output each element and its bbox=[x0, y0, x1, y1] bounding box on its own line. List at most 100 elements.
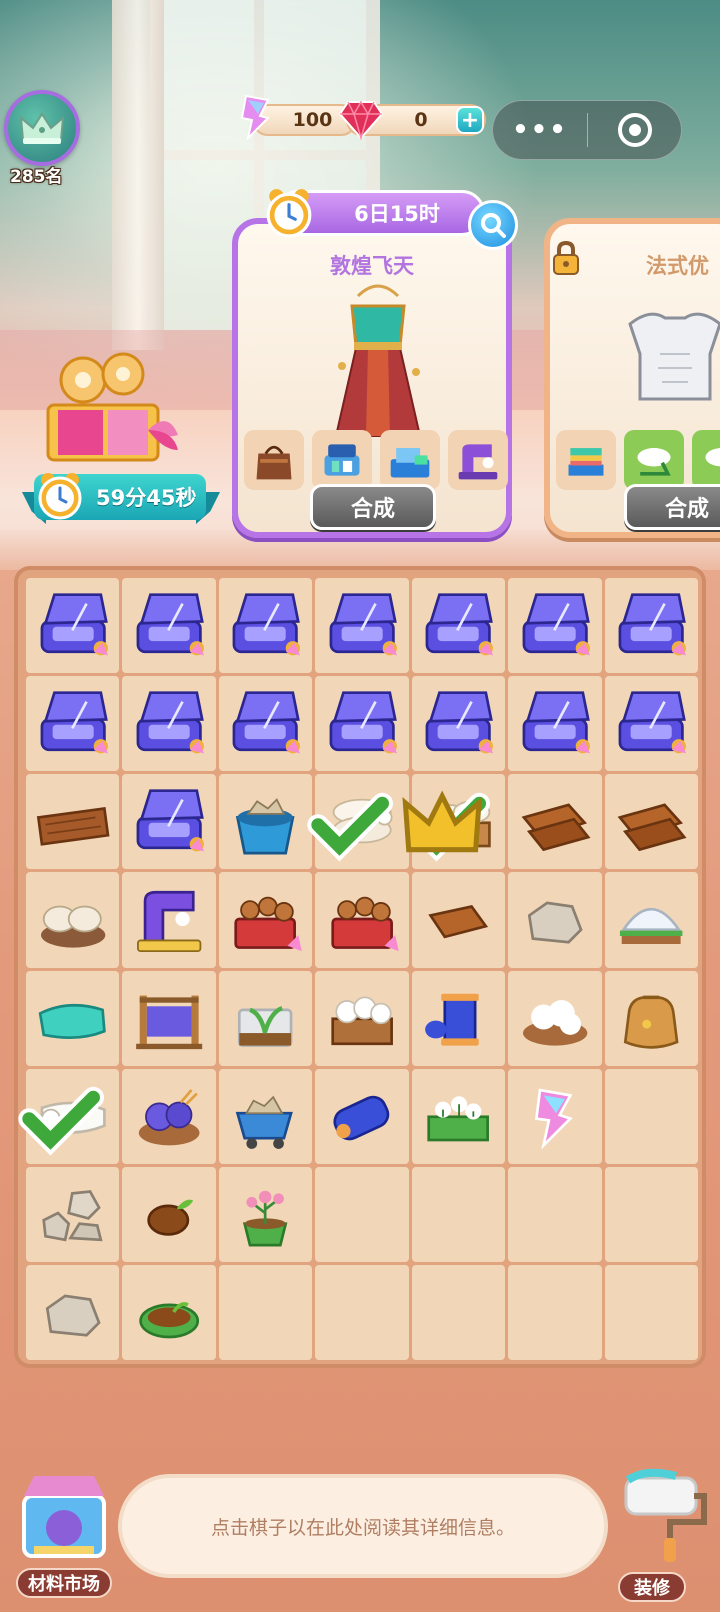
item-info-text: 点击棋子以在此处阅读其详细信息。 bbox=[210, 1516, 515, 1539]
board-cell[interactable] bbox=[315, 578, 409, 674]
board-cell[interactable] bbox=[508, 1166, 602, 1262]
sewing-kit-icon bbox=[136, 691, 204, 754]
board-cell[interactable] bbox=[218, 1166, 313, 1262]
board-cell[interactable] bbox=[604, 676, 698, 772]
item-info-panel: 点击棋子以在此处阅读其详细信息。 bbox=[118, 1474, 608, 1578]
board-cell[interactable] bbox=[411, 1068, 506, 1164]
plant-box-icon bbox=[238, 1006, 293, 1048]
sewing-kit-icon bbox=[40, 691, 108, 754]
material-market[interactable]: 材料市场 bbox=[10, 1466, 114, 1606]
board-cell[interactable] bbox=[122, 578, 216, 674]
board-cell[interactable] bbox=[508, 872, 602, 968]
gift-timer: 59分45秒 bbox=[20, 470, 220, 524]
board-cell[interactable] bbox=[508, 1068, 602, 1164]
sewing-kit-icon bbox=[232, 691, 301, 754]
board-cell[interactable] bbox=[26, 970, 120, 1066]
search-icon bbox=[481, 213, 506, 238]
board-cell[interactable] bbox=[604, 872, 698, 968]
merge-button[interactable]: 合成 bbox=[624, 484, 720, 530]
board-cell[interactable] bbox=[26, 676, 120, 772]
board-cell[interactable] bbox=[604, 1264, 698, 1360]
board-cell[interactable] bbox=[18, 1068, 120, 1164]
board-cell[interactable] bbox=[508, 578, 602, 674]
purple-spool-icon bbox=[333, 1096, 390, 1141]
close-miniprogram-button[interactable] bbox=[588, 113, 681, 147]
decorate-button[interactable]: 装修 bbox=[616, 1468, 716, 1608]
order-requirements bbox=[556, 430, 720, 490]
board-cell[interactable] bbox=[411, 578, 506, 674]
decor-label: 装修 bbox=[618, 1572, 686, 1602]
board-cell[interactable] bbox=[218, 774, 313, 870]
leather-pieces-icon bbox=[521, 803, 591, 852]
board-cell[interactable] bbox=[411, 676, 506, 772]
wood-planks-icon bbox=[36, 806, 110, 846]
board-cell[interactable] bbox=[411, 872, 506, 968]
board-cell[interactable] bbox=[402, 774, 506, 870]
board-cell[interactable] bbox=[218, 1068, 313, 1164]
board-cell[interactable] bbox=[315, 1166, 409, 1262]
board-cell[interactable] bbox=[315, 970, 409, 1066]
board-cell[interactable] bbox=[604, 970, 698, 1066]
req-fabric-roll-icon bbox=[624, 430, 684, 490]
board-cell[interactable] bbox=[315, 872, 409, 968]
gift-box-icon[interactable] bbox=[38, 350, 188, 465]
board-cell[interactable] bbox=[411, 1264, 506, 1360]
board-cell[interactable] bbox=[26, 578, 120, 674]
board-cell[interactable] bbox=[122, 1264, 216, 1360]
board-cell[interactable] bbox=[122, 970, 216, 1066]
order-card-dunhuang[interactable]: 敦煌飞天 合成 bbox=[232, 218, 512, 538]
board-cell[interactable] bbox=[218, 970, 313, 1066]
board-cell[interactable] bbox=[122, 1166, 216, 1262]
board-cell[interactable] bbox=[218, 578, 313, 674]
alarm-clock-icon bbox=[266, 189, 312, 238]
board-cell[interactable] bbox=[122, 872, 216, 968]
alarm-clock-icon bbox=[38, 473, 82, 520]
board-cell[interactable] bbox=[26, 872, 120, 968]
checkmark-icon bbox=[307, 792, 394, 862]
currency-bar: 100 0 + bbox=[238, 94, 490, 140]
energy-gem-icon bbox=[240, 94, 270, 140]
board-cell[interactable] bbox=[508, 970, 602, 1066]
board-cell[interactable] bbox=[218, 872, 313, 968]
board-cell[interactable] bbox=[604, 774, 698, 870]
board-cell[interactable] bbox=[508, 1264, 602, 1360]
board-cell[interactable] bbox=[26, 1166, 120, 1262]
rank-badge[interactable]: 285名 bbox=[4, 90, 82, 187]
board-cell[interactable] bbox=[604, 1068, 698, 1164]
gem-value: 0 bbox=[414, 109, 428, 131]
sewing-kit-icon bbox=[618, 592, 687, 656]
board-cell[interactable] bbox=[122, 676, 216, 772]
sewing-kit-icon bbox=[40, 592, 108, 656]
board-cell[interactable] bbox=[315, 676, 409, 772]
order-requirements bbox=[244, 430, 508, 490]
board-cell[interactable] bbox=[307, 774, 409, 870]
board-cell[interactable] bbox=[411, 1166, 506, 1262]
board-cell[interactable] bbox=[604, 1166, 698, 1262]
board-cell[interactable] bbox=[122, 774, 216, 870]
board-cell[interactable] bbox=[315, 1068, 409, 1164]
merge-button[interactable]: 合成 bbox=[310, 484, 436, 530]
board-cell[interactable] bbox=[218, 676, 313, 772]
board-cell[interactable] bbox=[315, 1264, 409, 1360]
energy-value: 100 bbox=[292, 109, 333, 131]
board-cell[interactable] bbox=[26, 774, 120, 870]
board-cell[interactable] bbox=[508, 676, 602, 772]
sewing-kit-icon bbox=[329, 691, 397, 754]
board-cell[interactable] bbox=[218, 1264, 313, 1360]
lock-icon bbox=[553, 240, 579, 275]
sewing-kit-icon bbox=[425, 691, 494, 754]
flower-pot-icon bbox=[243, 1191, 288, 1247]
more-options-button[interactable]: ••• bbox=[493, 115, 587, 145]
crown-icon bbox=[402, 790, 482, 852]
fabric-basket-icon bbox=[40, 905, 105, 948]
search-button[interactable] bbox=[468, 200, 518, 250]
market-stall-icon bbox=[22, 1476, 106, 1558]
sewing-kit-icon bbox=[232, 592, 301, 656]
board-cell[interactable] bbox=[26, 1264, 120, 1360]
board-cell[interactable] bbox=[508, 774, 602, 870]
add-gems-button[interactable]: + bbox=[456, 106, 484, 134]
board-cell[interactable] bbox=[604, 578, 698, 674]
board-cell[interactable] bbox=[411, 970, 506, 1066]
board-cell[interactable] bbox=[122, 1068, 216, 1164]
req-fabric-stack-icon bbox=[556, 430, 616, 490]
